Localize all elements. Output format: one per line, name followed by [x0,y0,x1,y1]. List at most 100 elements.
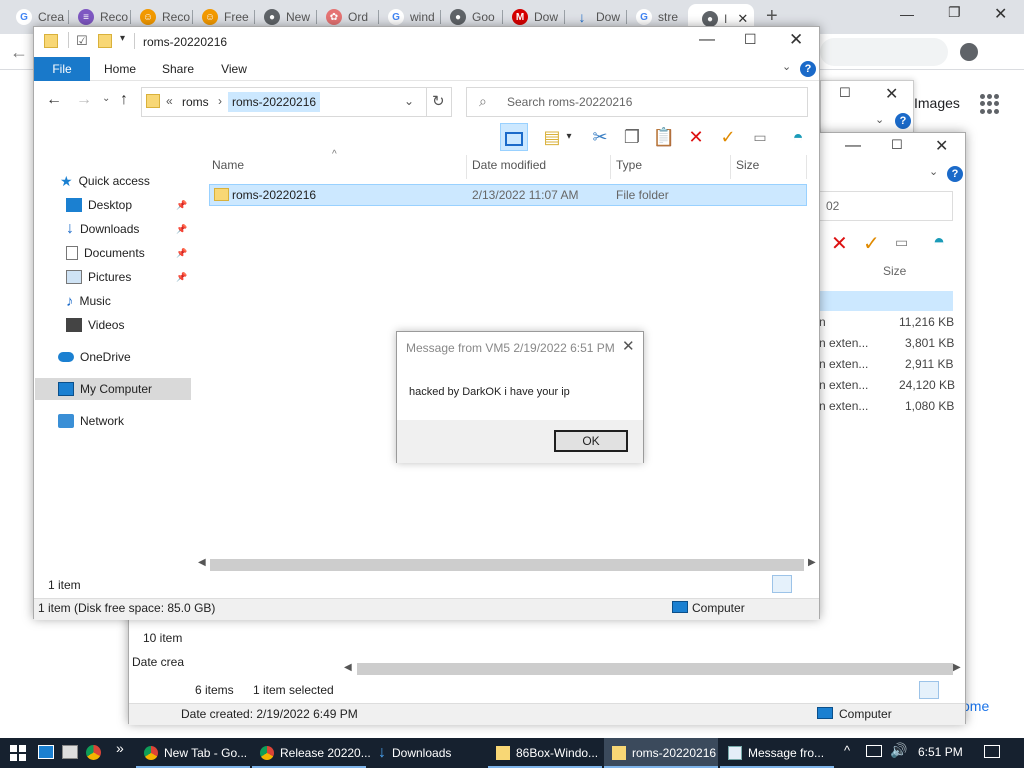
tab-file[interactable]: File [34,57,90,81]
browser-tab[interactable]: ≡ Reco [64,6,128,28]
nav-desktop[interactable]: Desktop [66,194,132,216]
search-input[interactable]: ⌕ Search roms-20220216 [466,87,808,117]
nav-documents[interactable]: Documents [66,242,145,264]
profile-icon[interactable] [960,43,978,61]
nav-network[interactable]: Network [58,410,124,432]
tab-home[interactable]: Home [96,57,144,81]
maximize-icon[interactable]: ☐ [839,85,851,101]
taskbar-app[interactable]: New Tab - Go... [136,738,250,768]
column-header-size[interactable]: Size [736,158,759,172]
browser-tab[interactable]: Gwind [374,6,438,28]
scroll-right-icon[interactable]: ▶ [953,662,961,673]
chevron-up-icon[interactable]: ^ [844,743,850,758]
help-icon[interactable]: ? [800,61,816,77]
taskbar-app[interactable]: Release 20220... [252,738,371,768]
nav-downloads[interactable]: ↓ Downloads [66,218,139,240]
customize-link[interactable]: ome [962,698,989,714]
checkmark-icon[interactable]: ✓ [863,231,880,256]
network-icon[interactable] [866,745,882,757]
maximize-icon[interactable]: ❐ [948,4,961,21]
windows-start-icon[interactable] [10,745,26,761]
horizontal-scrollbar[interactable] [357,663,953,675]
chrome-icon[interactable] [86,745,101,760]
browser-tab[interactable]: ↓ Dow [560,6,624,28]
clock[interactable]: 6:51 PM [918,745,963,759]
pin-icon[interactable]: 📌 [176,272,187,283]
nav-onedrive[interactable]: OneDrive [58,346,131,368]
table-row[interactable]: roms-20220216 2/13/2022 11:07 AM File fo… [209,184,807,206]
preview-pane-icon[interactable] [500,123,528,151]
browser-tab[interactable]: ● New [250,6,314,28]
apps-grid-icon[interactable] [980,94,1000,114]
help-icon[interactable]: ? [895,113,911,129]
close-icon[interactable]: ✕ [994,4,1007,24]
checkmark-icon[interactable]: ✓ [714,123,742,151]
browser-tab[interactable]: ● Goo [436,6,500,28]
breadcrumb-roms[interactable]: roms [182,95,209,109]
pin-icon[interactable]: 📌 [176,224,187,235]
scroll-left-icon[interactable]: ◀ [344,662,352,673]
help-icon[interactable]: ? [947,166,963,182]
tab-share[interactable]: Share [154,57,202,81]
scroll-right-icon[interactable]: ▶ [808,557,816,568]
explorer-icon[interactable] [62,745,78,759]
maximize-icon[interactable]: ☐ [891,137,903,153]
tab-view[interactable]: View [210,57,258,81]
nav-pictures[interactable]: Pictures [66,266,131,288]
column-header-type[interactable]: Type [616,158,642,172]
rename-icon[interactable]: ▭ [895,234,908,251]
column-header-name[interactable]: Name [212,158,244,172]
chevron-down-icon[interactable]: ⌄ [929,165,938,178]
cut-icon[interactable]: ✂ [586,123,614,151]
pin-icon[interactable]: 📌 [176,200,187,211]
large-icons-view-button[interactable] [794,575,814,593]
browser-tab[interactable]: ✿ Ord [312,6,376,28]
details-view-button[interactable] [772,575,792,593]
breadcrumb-overflow[interactable]: « [166,94,173,108]
taskbar-app[interactable]: Message fro... [720,738,834,768]
qat-dropdown-icon[interactable]: ▾ [120,33,125,44]
close-icon[interactable]: ✕ [885,84,898,104]
shell-icon[interactable]: ◓ [784,123,812,151]
copy-icon[interactable]: ❐ [618,123,646,151]
large-icons-view-button[interactable] [941,681,961,699]
chevron-down-icon[interactable]: ▾ [562,123,576,151]
delete-icon[interactable]: ✕ [831,231,848,256]
refresh-icon[interactable]: ↻ [432,92,445,110]
column-header-size[interactable]: Size [883,264,906,278]
horizontal-scrollbar[interactable] [210,559,804,571]
images-link[interactable]: Images [914,95,960,111]
properties-icon[interactable]: ☑ [76,33,88,49]
new-folder-icon[interactable] [98,34,112,48]
close-icon[interactable]: ✕ [622,337,635,355]
selected-row[interactable] [819,291,953,311]
up-arrow-icon[interactable]: ↑ [120,91,128,109]
close-icon[interactable]: ✕ [935,136,948,156]
desktop-icon[interactable] [38,745,54,759]
paste-icon[interactable]: 📋 [650,123,678,151]
details-view-button[interactable] [919,681,939,699]
nav-quick-access[interactable]: ★ Quick access [60,170,150,192]
scroll-left-icon[interactable]: ◀ [198,557,206,568]
nav-videos[interactable]: Videos [66,314,124,336]
rename-icon[interactable]: ▭ [746,123,774,151]
browser-tab[interactable]: M Dow [498,6,562,28]
back-arrow-icon[interactable]: ← [46,91,62,109]
delete-icon[interactable]: ✕ [682,123,710,151]
browser-tab[interactable]: ☺ Reco [126,6,190,28]
maximize-icon[interactable]: ☐ [744,31,757,48]
omnibox[interactable] [820,38,948,66]
pin-icon[interactable]: 📌 [176,248,187,259]
address-bar[interactable]: « roms › roms-20220216 ⌄ ↻ [141,87,452,117]
minimize-icon[interactable]: — [845,137,861,155]
close-tab-icon[interactable]: ✕ [737,11,748,27]
chevron-down-icon[interactable]: ⌄ [875,113,884,126]
new-tab-button[interactable]: + [766,5,778,28]
volume-icon[interactable]: 🔊 [890,742,907,759]
ok-button[interactable]: OK [554,430,628,452]
minimize-icon[interactable]: — [699,31,715,49]
browser-tab[interactable]: G Crea [2,6,66,28]
forward-arrow-icon[interactable]: → [76,91,92,109]
browser-tab[interactable]: Gstre [622,6,688,28]
nav-music[interactable]: ♪ Music [66,290,111,312]
